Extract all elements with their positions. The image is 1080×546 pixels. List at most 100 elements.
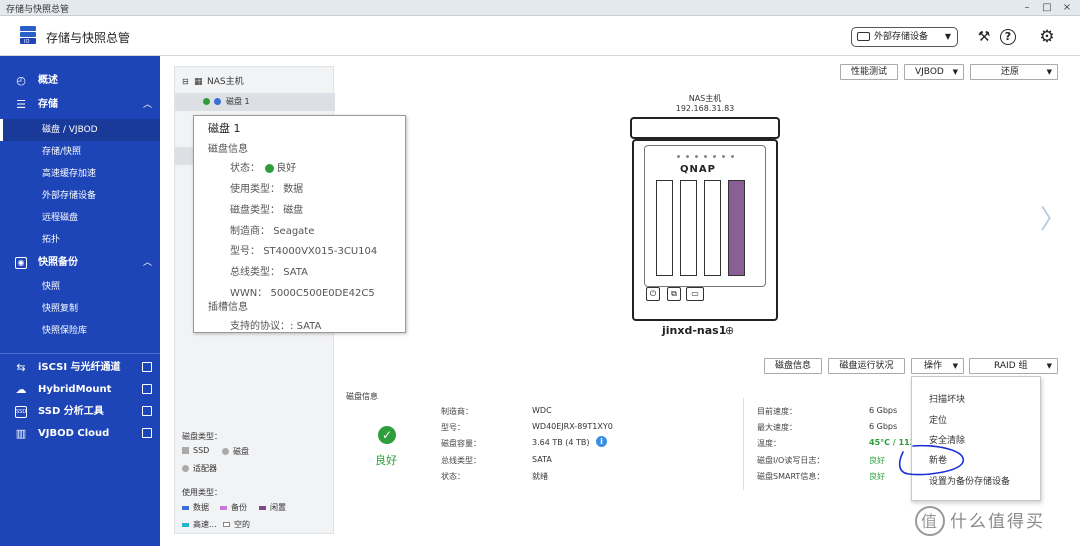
svg-text:IO: IO [24, 39, 29, 45]
sidebar-item-storage[interactable]: ☰ 存储 ︿ [0, 94, 160, 116]
nas-ip: 192.168.31.83 [675, 104, 735, 113]
sidebar-item-label: 拓扑 [42, 235, 61, 245]
temperature-label: 温度： [757, 439, 781, 448]
debug-tool-icon[interactable]: ⚒ [975, 28, 993, 46]
adapter-dot-icon [182, 465, 189, 472]
drive-bay-2[interactable] [680, 180, 697, 276]
drive-bay-4[interactable] [728, 180, 745, 276]
tooltip-usage: 使用类型： 数据 [230, 184, 304, 195]
max-speed-value: 6 Gbps [869, 422, 898, 431]
nas-top-cap [630, 117, 780, 139]
external-link-icon [142, 428, 152, 438]
tree-row-highlight [175, 147, 195, 165]
sidebar-item-remote-disk[interactable]: 远程磁盘 [0, 207, 160, 229]
menu-item-scan-bad-blocks[interactable]: 扫描坏块 [929, 392, 965, 405]
sidebar-item-disks-vjbod[interactable]: 磁盘 / VJBOD [0, 119, 160, 141]
help-icon[interactable]: ? [1000, 29, 1016, 45]
led-icon [686, 155, 689, 158]
perf-test-button[interactable]: 性能测试 [840, 64, 898, 80]
tooltip-slot-info-title: 插槽信息 [208, 302, 248, 313]
raid-group-dropdown[interactable]: RAID 组 ▼ [969, 358, 1058, 374]
drive-bay-1[interactable] [656, 180, 673, 276]
tooltip-model: 型号： ST4000VX015-3CU104 [230, 246, 378, 257]
chevron-up-icon: ︿ [142, 258, 152, 268]
data-bar-icon [182, 505, 189, 510]
sidebar-item-label: 远程磁盘 [42, 213, 79, 223]
sidebar-item-iscsi[interactable]: ⇆ iSCSI 与光纤通道 [0, 357, 160, 379]
legend-cache: 高速... [182, 519, 217, 530]
zoom-in-icon[interactable]: ⊕ [725, 324, 734, 337]
legend-disk-type-title: 磁盘类型： [182, 432, 222, 441]
vjbod-dropdown[interactable]: VJBOD ▼ [904, 64, 964, 80]
nas-icon: ▦ [194, 77, 203, 87]
power-icon: ⏻ [646, 287, 660, 301]
tree-node-disk1[interactable]: 磁盘 1 [175, 93, 335, 111]
current-speed-label: 目前速度： [757, 407, 797, 416]
close-icon[interactable]: × [1060, 1, 1074, 14]
sidebar-item-topology[interactable]: 拓扑 [0, 229, 160, 251]
sidebar-item-snapshot[interactable]: 快照 [0, 276, 160, 298]
usb-port-icon: ▭ [686, 287, 704, 301]
hdd-type-icon [214, 98, 221, 105]
minimize-icon[interactable]: – [1020, 1, 1034, 14]
sidebar-item-label: VJBOD Cloud [38, 428, 110, 439]
database-icon: ☰ [16, 98, 26, 111]
nas-brand-logo: QNAP [680, 164, 716, 175]
sidebar-item-snapshot-backup[interactable]: ◉ 快照备份 ︿ [0, 252, 160, 274]
disk-info-button[interactable]: 磁盘信息 [764, 358, 822, 374]
disk-status-text: 良好 [375, 454, 397, 467]
sidebar-item-label: 外部存储设备 [42, 191, 97, 201]
vendor-value: WDC [532, 406, 552, 415]
external-storage-dropdown[interactable]: 外部存储设备 ▼ [851, 27, 958, 47]
restore-dropdown[interactable]: 还原 ▼ [970, 64, 1058, 80]
tooltip-protocol: 支持的协议：: SATA [230, 321, 322, 332]
sidebar: ◴ 概述 ☰ 存储 ︿ 磁盘 / VJBOD 存储/快照 高速缓存加速 外部存储… [0, 56, 160, 546]
chevron-up-icon: ︿ [142, 100, 152, 110]
state-value: 就绪 [532, 472, 548, 481]
led-icon [695, 155, 698, 158]
sidebar-item-snapshot-vault[interactable]: 快照保险库 [0, 320, 160, 342]
sidebar-item-hybridmount[interactable]: ☁ HybridMount [0, 379, 160, 401]
status-ok-icon [265, 163, 275, 173]
vjbod-cloud-icon: ▥ [15, 427, 27, 440]
drive-bay-3[interactable] [704, 180, 721, 276]
ssd-square-icon [182, 447, 189, 454]
sidebar-item-label: iSCSI 与光纤通道 [38, 362, 121, 373]
legend-backup: 备份 [220, 502, 247, 513]
sidebar-item-cache[interactable]: 高速缓存加速 [0, 163, 160, 185]
sidebar-item-snapshot-replica[interactable]: 快照复制 [0, 298, 160, 320]
chevron-right-icon[interactable]: 〉 [1040, 199, 1066, 236]
led-icon [704, 155, 707, 158]
external-link-icon [142, 384, 152, 394]
operation-dropdown[interactable]: 操作 ▼ [911, 358, 964, 374]
sidebar-item-external-storage[interactable]: 外部存储设备 [0, 185, 160, 207]
chevron-down-icon: ▼ [952, 68, 958, 76]
sidebar-item-ssd-tool[interactable]: SSD SSD 分析工具 [0, 401, 160, 423]
chevron-down-icon: ▼ [944, 32, 951, 41]
window-title: 存储与快照总管 [6, 5, 70, 15]
sidebar-item-label: HybridMount [38, 384, 112, 395]
sidebar-item-label: 高速缓存加速 [42, 169, 97, 179]
sidebar-item-overview[interactable]: ◴ 概述 [0, 70, 160, 92]
tree-node-nas[interactable]: ⊟ ▦ NAS主机 [175, 73, 335, 91]
sidebar-item-storage-snapshots[interactable]: 存储/快照 [0, 141, 160, 163]
sidebar-item-label: 存储/快照 [42, 147, 82, 157]
info-icon[interactable]: i [596, 436, 607, 447]
bus-label: 总线类型： [441, 456, 481, 465]
disk-health-button[interactable]: 磁盘运行状况 [828, 358, 905, 374]
sidebar-item-vjbod-cloud[interactable]: ▥ VJBOD Cloud [0, 423, 160, 445]
menu-item-locate[interactable]: 定位 [929, 413, 947, 426]
annotation-scribble [898, 444, 964, 476]
collapse-icon[interactable]: ⊟ [182, 73, 189, 91]
maximize-icon[interactable]: □ [1040, 1, 1054, 14]
legend-hdd: 磁盘 [222, 446, 249, 457]
gear-icon[interactable]: ⚙ [1038, 28, 1056, 46]
app-header: IO 存储与快照总管 外部存储设备 ▼ ⚒ ? ⚙ [0, 16, 1080, 56]
tooltip-title: 磁盘 1 [208, 122, 241, 135]
legend-idle: 闲置 [259, 502, 286, 513]
sidebar-item-label: 磁盘 / VJBOD [42, 125, 98, 135]
bus-value: SATA [532, 455, 552, 464]
model-label: 型号： [441, 423, 465, 432]
restore-label: 还原 [1001, 67, 1020, 77]
iscsi-icon: ⇆ [16, 361, 26, 374]
